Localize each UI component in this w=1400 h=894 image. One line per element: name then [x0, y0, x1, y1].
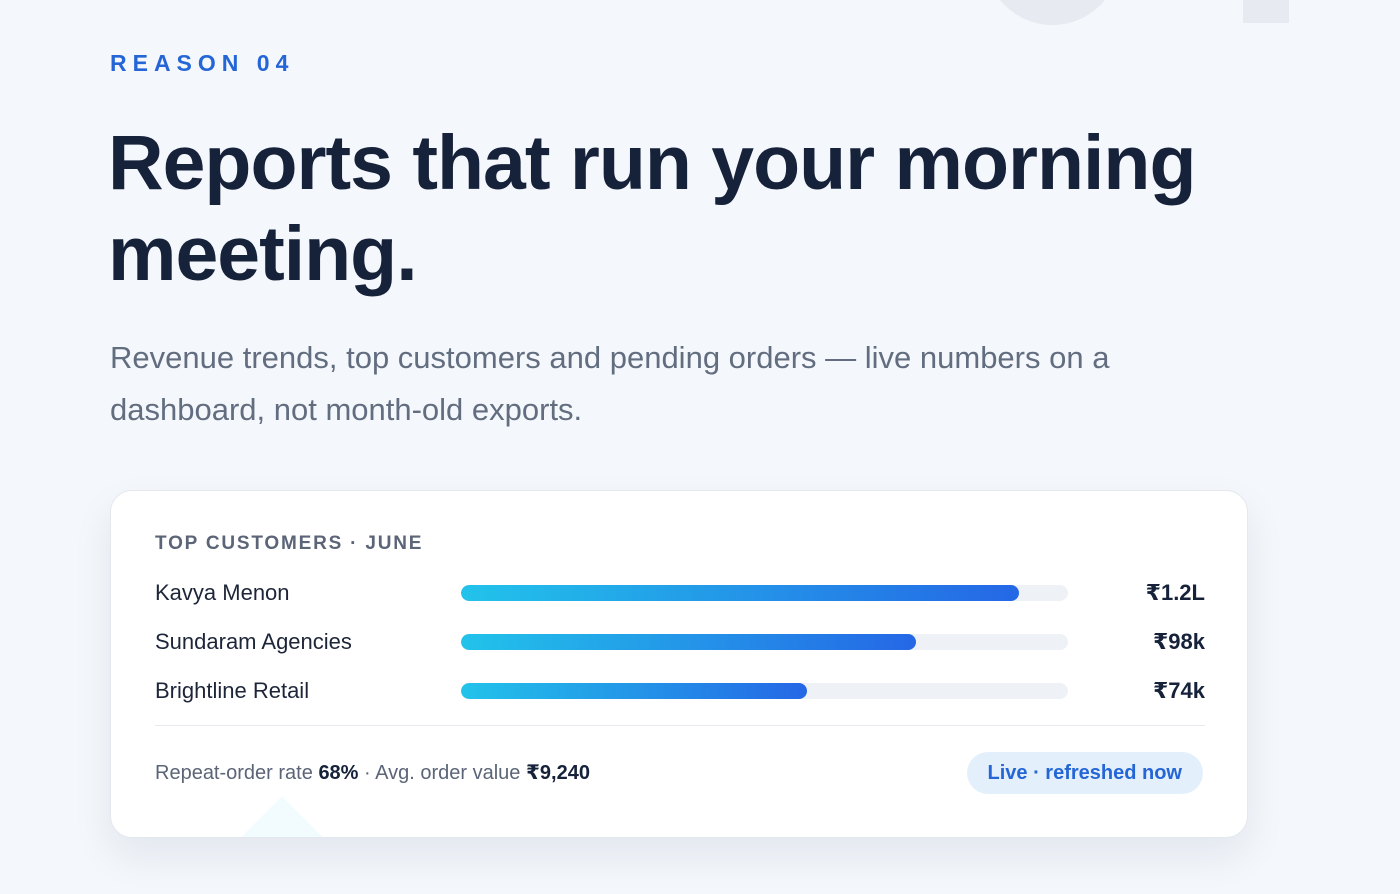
stats-separator: ·: [364, 762, 371, 784]
top-customers-card: TOP CUSTOMERS · JUNE Kavya Menon ₹1.2L S…: [110, 490, 1248, 838]
card-title: TOP CUSTOMERS · JUNE: [155, 533, 424, 554]
avg-order-value-label: Avg. order value: [375, 762, 521, 784]
section-headline: Reports that run your morning meeting.: [108, 120, 1197, 297]
revenue-bar-fill: [461, 585, 1020, 601]
decorative-circle: [985, 0, 1120, 25]
card-divider: [155, 725, 1205, 726]
live-status-badge: Live · refreshed now: [966, 752, 1203, 794]
decorative-square: [1243, 0, 1289, 23]
customer-row: Sundaram Agencies ₹98k: [155, 627, 1205, 657]
customer-name: Brightline Retail: [155, 678, 310, 703]
revenue-bar-fill: [461, 634, 917, 650]
revenue-bar-track: [461, 683, 1068, 699]
revenue-bar-track: [461, 585, 1068, 601]
avg-order-value: ₹9,240: [526, 762, 590, 784]
summary-stats: Repeat-order rate 68% · Avg. order value…: [155, 761, 590, 785]
section-eyebrow: REASON 04: [110, 50, 295, 76]
repeat-rate-value: 68%: [318, 762, 359, 784]
revenue-bar-track: [461, 634, 1068, 650]
repeat-rate-label: Repeat-order rate: [155, 762, 313, 784]
customer-row: Kavya Menon ₹1.2L: [155, 578, 1205, 608]
customer-revenue: ₹74k: [1152, 678, 1205, 703]
customer-name: Sundaram Agencies: [155, 629, 352, 654]
revenue-bar-fill: [461, 683, 807, 699]
card-decorative-shape: [238, 796, 326, 837]
section-description: Revenue trends, top customers and pendin…: [110, 340, 1110, 427]
customer-row: Brightline Retail ₹74k: [155, 676, 1205, 706]
customer-revenue: ₹1.2L: [1145, 580, 1205, 605]
customer-revenue: ₹98k: [1152, 629, 1205, 654]
customer-name: Kavya Menon: [155, 580, 290, 605]
